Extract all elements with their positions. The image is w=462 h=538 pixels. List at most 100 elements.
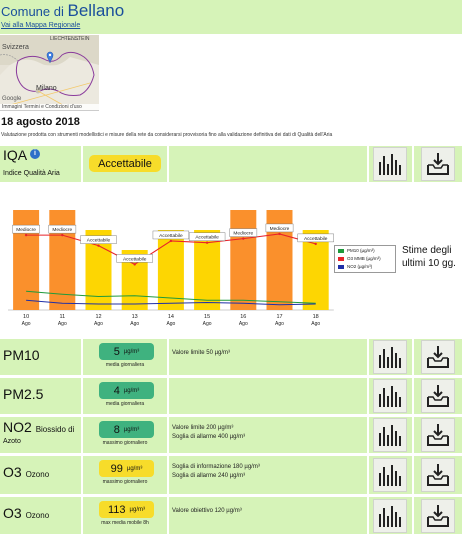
pollutant-value-cell: 99 µg/m³ massimo giornaliero bbox=[81, 456, 165, 494]
chart-point bbox=[278, 232, 281, 236]
pollutant-chart-cell bbox=[367, 339, 410, 375]
chart-tick-sublabel: Ago bbox=[130, 321, 139, 327]
pollutant-row: O3 Ozono 113 µg/m³ max media mobile 8h V… bbox=[0, 497, 462, 534]
bar-chart-icon[interactable] bbox=[372, 147, 407, 181]
report-date: 18 agosto 2018 bbox=[1, 116, 80, 128]
map-google-logo: Google bbox=[2, 96, 22, 102]
pollutant-value-cell: 8 µg/m³ massimo giornaliero bbox=[81, 417, 165, 453]
chart-point bbox=[24, 233, 28, 237]
chart-point bbox=[61, 233, 64, 237]
chart-bar bbox=[230, 210, 257, 310]
pollutant-desc-cell: Soglia di informazione 180 µg/m³ Soglia d… bbox=[167, 456, 365, 494]
chart-data-label: Accettabile bbox=[87, 238, 111, 244]
pollutant-fullname-2: Azoto bbox=[3, 438, 21, 445]
chart-data-label: Mediocre bbox=[52, 227, 72, 233]
iqa-subtitle: Indice Qualità Aria bbox=[3, 170, 60, 177]
chart-point bbox=[242, 237, 245, 240]
page-header: Comune di Bellano Vai alla Mappa Regiona… bbox=[0, 0, 462, 34]
chart-tick-label: 12 bbox=[95, 314, 101, 320]
iqa-row: IQA i Indice Qualità Aria Accettabile bbox=[0, 146, 462, 182]
comune-prefix: Comune di bbox=[1, 4, 64, 19]
download-icon[interactable] bbox=[421, 498, 455, 533]
pollutant-row: PM10 5 µg/m³ media giornaliera Valore li… bbox=[0, 339, 462, 375]
download-icon[interactable] bbox=[421, 379, 455, 413]
pollutant-value-cell: 5 µg/m³ media giornaliera bbox=[81, 339, 165, 375]
pollutant-label-cell: NO2 Biossido di Azoto bbox=[0, 417, 79, 453]
chart-point bbox=[169, 239, 173, 243]
chart-data-label: Mediocre bbox=[16, 227, 36, 233]
chart-tick-label: 13 bbox=[132, 314, 138, 320]
bar-chart-icon[interactable] bbox=[372, 458, 407, 492]
iqa-status-badge: Accettabile bbox=[89, 155, 161, 172]
pollutant-threshold-line: Soglia di allarme 240 µg/m³ bbox=[172, 473, 246, 479]
chart-data-label: Mediocre bbox=[233, 231, 253, 237]
pollutant-unit: µg/m³ bbox=[129, 506, 145, 513]
pollutant-download-cell bbox=[412, 339, 462, 375]
chart-tick-sublabel: Ago bbox=[166, 321, 175, 327]
bar-chart-icon[interactable] bbox=[372, 498, 407, 533]
pollutant-fullname: Ozono bbox=[25, 470, 50, 479]
pollutant-symbol: PM10 bbox=[3, 347, 40, 363]
pollutant-stat: massimo giornaliero bbox=[102, 440, 148, 446]
iqa-title: IQA bbox=[3, 147, 28, 163]
pollutant-stat: media giornaliera bbox=[105, 401, 145, 407]
pollutant-value: 99 bbox=[110, 462, 123, 475]
pollutant-symbol: O3 bbox=[3, 505, 22, 521]
pollutant-symbol: O3 bbox=[3, 464, 22, 480]
bar-chart-icon[interactable] bbox=[372, 418, 407, 452]
pollutant-name: PM10 bbox=[3, 347, 40, 363]
info-icon[interactable]: i bbox=[30, 149, 40, 159]
chart-data-label: Accettabile bbox=[123, 256, 147, 262]
pollutant-desc-cell bbox=[167, 378, 365, 414]
pollutant-unit: µg/m³ bbox=[123, 348, 140, 355]
map-footer[interactable]: Immagini Termini e Condizioni d'uso bbox=[0, 104, 99, 110]
pollutant-download-cell bbox=[412, 417, 462, 453]
download-icon[interactable] bbox=[421, 418, 455, 452]
bar-chart-icon[interactable] bbox=[372, 340, 407, 374]
pollutant-value-cell: 113 µg/m³ max media mobile 8h bbox=[81, 497, 165, 534]
chart-legend: PM10 (µg/m³) O3 MMB (µg/m³) NO2 (µg/m³) bbox=[334, 245, 396, 273]
pollutant-value: 5 bbox=[113, 345, 120, 358]
pollutant-unit: µg/m³ bbox=[123, 426, 140, 433]
pollutant-value-cell: 4 µg/m³ media giornaliera bbox=[81, 378, 165, 414]
iqa-value-cell: Accettabile bbox=[81, 146, 165, 182]
pollutant-value-badge: 8 µg/m³ bbox=[99, 421, 154, 438]
pollutant-value: 8 bbox=[113, 423, 120, 436]
map-label-city: Milano bbox=[36, 85, 57, 92]
chart-point bbox=[133, 263, 136, 266]
location-map[interactable]: LIECHTENSTEIN Svizzera Milano Google Imm… bbox=[0, 35, 99, 111]
pollutant-stat: max media mobile 8h bbox=[101, 520, 149, 526]
pollutant-name: NO2 Biossido di bbox=[3, 419, 74, 435]
chart-tick-sublabel: Ago bbox=[58, 321, 67, 327]
download-icon[interactable] bbox=[421, 458, 455, 492]
bar-chart-icon[interactable] bbox=[372, 379, 407, 413]
download-icon[interactable] bbox=[421, 147, 455, 181]
pollutant-symbol: NO2 bbox=[3, 419, 32, 435]
chart-tick-sublabel: Ago bbox=[22, 321, 31, 327]
iqa-desc-cell bbox=[167, 146, 365, 182]
pollutant-value: 4 bbox=[113, 384, 120, 397]
chart-tick-label: 14 bbox=[168, 314, 174, 320]
page-title: Comune di Bellano bbox=[1, 1, 124, 21]
chart-tick-sublabel: Ago bbox=[239, 321, 248, 327]
legend-item-pm10: PM10 (µg/m³) bbox=[338, 248, 375, 253]
pollutant-thresholds: Valore limite 50 µg/m³ bbox=[172, 349, 230, 358]
iqa-chart-cell bbox=[367, 146, 410, 182]
pollutant-thresholds: Valore obiettivo 120 µg/m³ bbox=[172, 507, 242, 516]
side-note-line-2: ultimi 10 gg. bbox=[402, 258, 456, 269]
legend-item-no2: NO2 (µg/m³) bbox=[338, 264, 372, 269]
pollutant-desc-cell: Valore obiettivo 120 µg/m³ bbox=[167, 497, 365, 534]
chart-tick-label: 17 bbox=[276, 314, 282, 320]
legend-label-pm10: PM10 (µg/m³) bbox=[347, 248, 375, 253]
pollutant-label-cell: PM2.5 bbox=[0, 378, 79, 414]
pollutant-row: NO2 Biossido di Azoto 8 µg/m³ massimo gio… bbox=[0, 417, 462, 453]
regional-map-link[interactable]: Vai alla Mappa Regionale bbox=[1, 22, 80, 29]
chart-data-label: Accettabile bbox=[159, 233, 183, 239]
pollutant-download-cell bbox=[412, 456, 462, 494]
pollutant-stat: massimo giornaliero bbox=[102, 479, 148, 485]
chart-point bbox=[97, 244, 100, 247]
download-icon[interactable] bbox=[421, 340, 455, 374]
legend-item-o3: O3 MMB (µg/m³) bbox=[338, 256, 381, 261]
pollutant-thresholds: Valore limite 200 µg/m³ Soglia di allarme… bbox=[172, 424, 245, 442]
chart-data-label: Accettabile bbox=[304, 236, 328, 242]
